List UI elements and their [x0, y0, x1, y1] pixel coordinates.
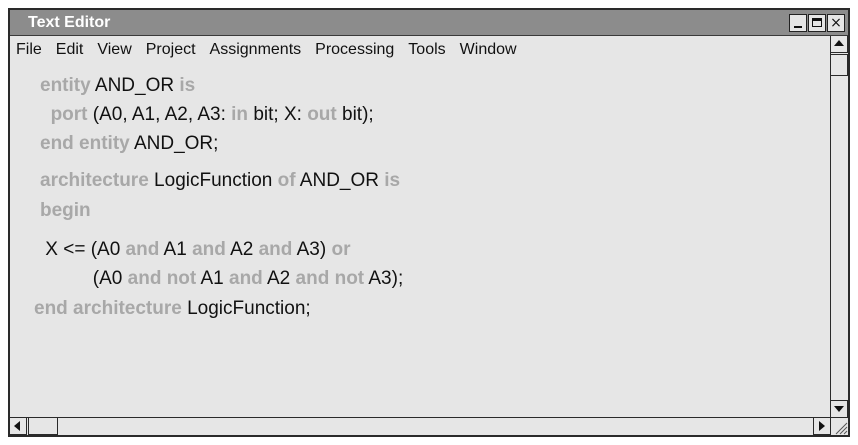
scroll-up-arrow-icon — [834, 40, 844, 46]
code-keyword: and — [125, 239, 160, 260]
close-button[interactable]: × — [827, 14, 845, 32]
code-line[interactable]: (A0 and not A1 and A2 and not A3); — [40, 267, 403, 291]
window-title: Text Editor — [28, 14, 111, 31]
menu-view[interactable]: View — [97, 40, 131, 60]
resize-grip[interactable] — [830, 417, 848, 435]
code-line[interactable]: port (A0, A1, A2, A3: in bit; X: out bit… — [40, 103, 374, 127]
code-text: X <= (A0 — [40, 239, 126, 260]
code-keyword: and not — [127, 268, 197, 289]
window-controls: × — [789, 14, 845, 32]
close-icon: × — [830, 15, 842, 31]
resize-grip-icon — [835, 422, 848, 435]
maximize-icon — [812, 18, 822, 27]
code-keyword: architecture — [40, 170, 149, 191]
code-text: A2 — [262, 268, 296, 289]
code-keyword: is — [384, 170, 401, 191]
scroll-down-arrow-icon — [834, 406, 844, 412]
code-keyword: end entity — [40, 133, 130, 154]
code-keyword: and — [229, 268, 263, 289]
code-text: A1 — [196, 268, 229, 289]
code-text: A3); — [364, 268, 404, 289]
menu-file[interactable]: File — [16, 40, 42, 60]
code-text: (A0, A1, A2, A3: — [87, 104, 232, 125]
menu-project[interactable]: Project — [146, 40, 196, 60]
scroll-right-arrow-icon — [819, 421, 825, 431]
horizontal-scrollbar[interactable] — [10, 417, 830, 435]
code-text: AND_OR — [90, 75, 180, 96]
vertical-scrollbar[interactable] — [830, 36, 848, 417]
scroll-right-button[interactable] — [813, 418, 830, 435]
code-text: LogicFunction; — [181, 298, 311, 319]
minimize-button[interactable] — [789, 14, 807, 32]
code-text: bit; X: — [248, 104, 308, 125]
code-text: A1 — [159, 239, 193, 260]
code-line[interactable]: end architecture LogicFunction; — [34, 297, 311, 321]
scroll-left-arrow-icon — [14, 421, 20, 431]
code-keyword: of — [277, 170, 296, 191]
code-editor-area[interactable]: entity AND_OR is port (A0, A1, A2, A3: i… — [10, 64, 830, 417]
code-keyword: begin — [40, 200, 91, 221]
code-text: LogicFunction — [148, 170, 278, 191]
menu-bar: File Edit View Project Assignments Proce… — [10, 36, 830, 64]
code-text: AND_OR — [295, 170, 385, 191]
code-line[interactable]: architecture LogicFunction of AND_OR is — [40, 169, 400, 193]
code-line[interactable]: X <= (A0 and A1 and A2 and A3) or — [40, 238, 350, 262]
code-keyword: port — [50, 104, 88, 125]
menu-assignments[interactable]: Assignments — [210, 40, 302, 60]
menu-window[interactable]: Window — [460, 40, 517, 60]
scroll-left-button[interactable] — [10, 418, 27, 435]
vertical-scroll-thumb[interactable] — [831, 54, 848, 76]
menu-edit[interactable]: Edit — [56, 40, 84, 60]
code-line[interactable]: entity AND_OR is — [40, 74, 195, 98]
title-bar[interactable]: Text Editor × — [10, 10, 848, 36]
code-keyword: in — [231, 104, 249, 125]
code-keyword: and not — [295, 268, 365, 289]
code-text: bit); — [336, 104, 374, 125]
horizontal-scroll-thumb[interactable] — [28, 418, 58, 435]
code-keyword: out — [307, 104, 337, 125]
menu-processing[interactable]: Processing — [315, 40, 394, 60]
code-text: (A0 — [40, 268, 128, 289]
code-keyword: and — [258, 239, 293, 260]
code-line[interactable]: begin — [40, 199, 91, 223]
menu-tools[interactable]: Tools — [408, 40, 445, 60]
code-keyword: end architecture — [34, 298, 182, 319]
code-keyword: or — [331, 239, 351, 260]
code-text: A2 — [225, 239, 259, 260]
scroll-down-button[interactable] — [831, 400, 848, 417]
minimize-icon — [794, 26, 802, 28]
maximize-button[interactable] — [808, 14, 826, 32]
code-keyword: is — [179, 75, 196, 96]
text-editor-window: Text Editor × File Edit View Project Ass… — [8, 8, 850, 437]
scroll-up-button[interactable] — [831, 36, 848, 53]
code-keyword: and — [192, 239, 226, 260]
code-text: AND_OR; — [129, 133, 219, 154]
code-text: A3) — [292, 239, 332, 260]
code-line[interactable]: end entity AND_OR; — [40, 132, 218, 156]
code-keyword: entity — [40, 75, 91, 96]
